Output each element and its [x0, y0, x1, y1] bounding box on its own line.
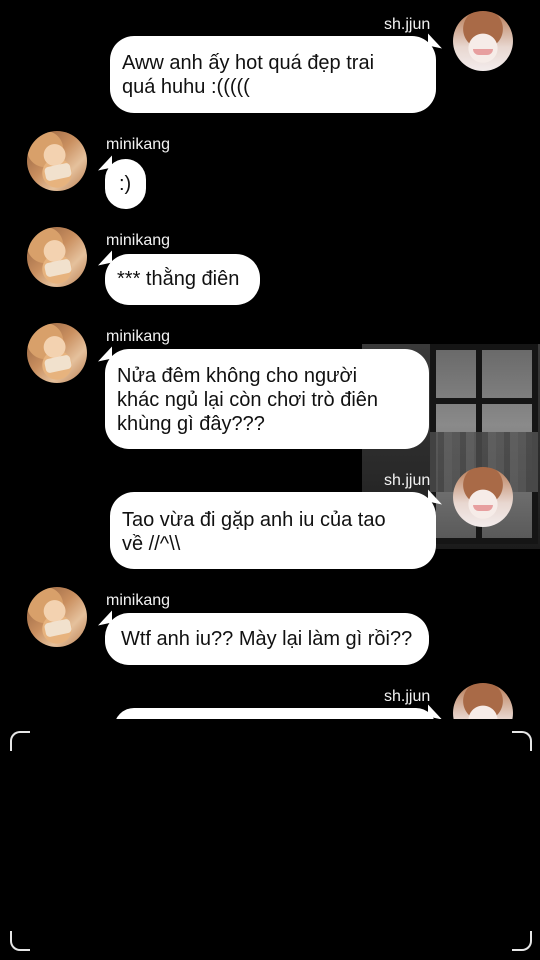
avatar-minikang[interactable]: [27, 323, 87, 383]
sender-name: sh.jjun: [384, 472, 431, 489]
sender-name: minikang: [106, 232, 171, 249]
corner-bracket-icon: [512, 931, 532, 951]
sender-name: sh.jjun: [384, 688, 431, 705]
avatar-minikang[interactable]: [27, 131, 87, 191]
message-text: Nửa đêm không cho người khác ngủ lại còn…: [117, 365, 379, 435]
avatar-sh-jjun[interactable]: [453, 467, 513, 527]
sender-name: minikang: [106, 592, 171, 609]
message-text: *** thằng điên: [117, 268, 240, 290]
corner-bracket-icon: [10, 731, 30, 751]
message-text: :): [119, 173, 132, 195]
chat-bubble[interactable]: Wtf anh iu?? Mày lại làm gì rồi??: [105, 613, 429, 665]
empty-area: [0, 719, 540, 960]
avatar-minikang[interactable]: [27, 227, 87, 287]
sender-name: sh.jjun: [384, 16, 431, 33]
avatar-minikang[interactable]: [27, 587, 87, 647]
message-text: Aww anh ấy hot quá đẹp trai quá huhu :((…: [122, 52, 375, 98]
sender-name: minikang: [106, 136, 171, 153]
sender-name: minikang: [106, 328, 171, 345]
message-text: Tao vừa đi gặp anh iu của tao về //^\\: [122, 509, 386, 555]
avatar-sh-jjun[interactable]: [453, 11, 513, 71]
corner-bracket-icon: [10, 931, 30, 951]
chat-bubble[interactable]: Nửa đêm không cho người khác ngủ lại còn…: [105, 349, 429, 449]
chat-bubble[interactable]: Aww anh ấy hot quá đẹp trai quá huhu :((…: [110, 36, 436, 113]
chat-bubble[interactable]: *** thằng điên: [105, 254, 260, 305]
chat-bubble[interactable]: :): [105, 159, 146, 209]
corner-bracket-icon: [512, 731, 532, 751]
chat-bubble[interactable]: Tao vừa đi gặp anh iu của tao về //^\\: [110, 492, 436, 569]
message-text: Wtf anh iu?? Mày lại làm gì rồi??: [121, 628, 413, 650]
